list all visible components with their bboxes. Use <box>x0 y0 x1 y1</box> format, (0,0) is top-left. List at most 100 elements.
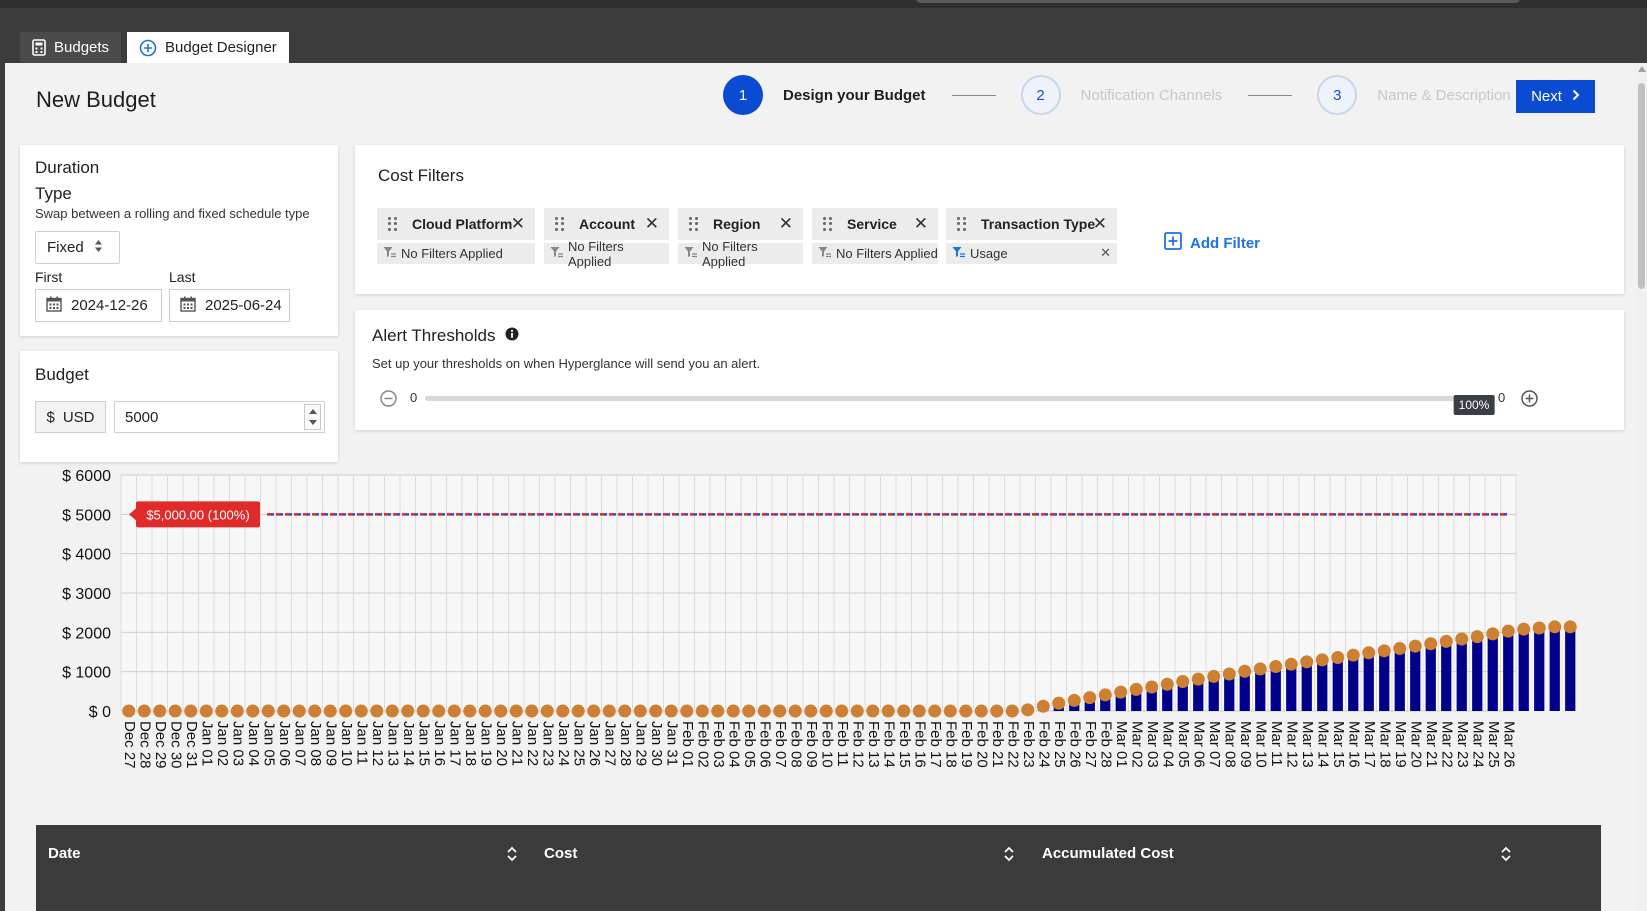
remove-filter-icon[interactable]: ✕ <box>645 215 659 232</box>
accumulated-cost-point[interactable] <box>664 704 678 718</box>
accumulated-cost-point[interactable] <box>1563 620 1577 634</box>
accumulated-cost-point[interactable] <box>215 704 229 718</box>
next-button[interactable]: Next <box>1516 80 1595 113</box>
bar[interactable] <box>1503 631 1514 711</box>
accumulated-cost-point[interactable] <box>509 704 523 718</box>
accumulated-cost-point[interactable] <box>633 704 647 718</box>
tab-budget-designer[interactable]: Budget Designer <box>127 32 289 63</box>
column-header-date[interactable]: Date <box>48 845 81 862</box>
accumulated-cost-point[interactable] <box>323 704 337 718</box>
bar[interactable] <box>1549 626 1560 711</box>
accumulated-cost-point[interactable] <box>866 704 880 718</box>
info-icon[interactable] <box>505 326 519 346</box>
accumulated-cost-point[interactable] <box>912 704 926 718</box>
accumulated-cost-point[interactable] <box>385 704 399 718</box>
accumulated-cost-point[interactable] <box>1191 672 1205 686</box>
bar[interactable] <box>1394 648 1405 711</box>
accumulated-cost-point[interactable] <box>1300 655 1314 669</box>
bar[interactable] <box>1270 666 1281 711</box>
schedule-type-select[interactable]: Fixed <box>35 231 120 264</box>
accumulated-cost-point[interactable] <box>370 704 384 718</box>
accumulated-cost-point[interactable] <box>1052 696 1066 710</box>
sort-icon[interactable] <box>1500 845 1512 867</box>
accumulated-cost-point[interactable] <box>230 704 244 718</box>
accumulated-cost-point[interactable] <box>1098 688 1112 702</box>
accumulated-cost-point[interactable] <box>897 704 911 718</box>
bar[interactable] <box>1301 661 1312 711</box>
bar[interactable] <box>1317 659 1328 711</box>
bar[interactable] <box>1348 655 1359 711</box>
accumulated-cost-point[interactable] <box>1548 620 1562 634</box>
accumulated-cost-point[interactable] <box>1036 699 1050 713</box>
accumulated-cost-point[interactable] <box>401 704 415 718</box>
accumulated-cost-point[interactable] <box>416 704 430 718</box>
accumulated-cost-point[interactable] <box>525 704 539 718</box>
accumulated-cost-point[interactable] <box>990 704 1004 718</box>
accumulated-cost-point[interactable] <box>1470 630 1484 644</box>
bar[interactable] <box>1565 626 1576 711</box>
drag-handle-icon[interactable] <box>555 217 565 231</box>
step-2-indicator[interactable]: 2 <box>1020 75 1061 115</box>
accumulated-cost-point[interactable] <box>153 704 167 718</box>
accumulated-cost-point[interactable] <box>804 704 818 718</box>
accumulated-cost-point[interactable] <box>246 704 260 718</box>
accumulated-cost-point[interactable] <box>850 704 864 718</box>
remove-filter-icon[interactable]: ✕ <box>1093 215 1107 232</box>
accumulated-cost-point[interactable] <box>881 704 895 718</box>
accumulated-cost-point[interactable] <box>602 704 616 718</box>
remove-filter-icon[interactable]: ✕ <box>511 215 525 232</box>
accumulated-cost-point[interactable] <box>1176 675 1190 688</box>
remove-filter-icon[interactable]: ✕ <box>779 215 793 232</box>
bar[interactable] <box>1363 652 1374 711</box>
accumulated-cost-point[interactable] <box>1331 651 1345 665</box>
accumulated-cost-point[interactable] <box>292 704 306 718</box>
accumulated-cost-point[interactable] <box>1067 693 1081 707</box>
accumulated-cost-point[interactable] <box>184 704 198 718</box>
filter-value-box[interactable]: No Filters Applied <box>678 239 803 269</box>
filter-value-box[interactable]: No Filters Applied <box>377 243 535 264</box>
accumulated-cost-point[interactable] <box>757 704 771 718</box>
accumulated-cost-point[interactable] <box>1517 622 1531 636</box>
accumulated-cost-point[interactable] <box>1005 704 1019 718</box>
accumulated-cost-point[interactable] <box>168 704 182 718</box>
bar[interactable] <box>1332 657 1343 711</box>
accumulated-cost-point[interactable] <box>742 704 756 718</box>
accumulated-cost-point[interactable] <box>773 704 787 718</box>
step-1-indicator[interactable]: 1 <box>723 75 763 115</box>
accumulated-cost-point[interactable] <box>463 704 477 718</box>
column-header-cost[interactable]: Cost <box>544 845 577 862</box>
accumulated-cost-point[interactable] <box>1439 634 1453 648</box>
accumulated-cost-point[interactable] <box>1021 703 1035 717</box>
first-date-input[interactable]: 2024-12-26 <box>35 289 162 322</box>
accumulated-cost-point[interactable] <box>1207 669 1221 683</box>
tab-budgets[interactable]: Budgets <box>20 32 122 63</box>
accumulated-cost-point[interactable] <box>1238 664 1252 678</box>
accumulated-cost-point[interactable] <box>1362 646 1376 660</box>
accumulated-cost-point[interactable] <box>478 704 492 718</box>
currency-select[interactable]: $ USD <box>35 401 106 433</box>
accumulated-cost-point[interactable] <box>1455 632 1469 646</box>
accumulated-cost-point[interactable] <box>122 704 136 718</box>
filter-cloud-platform[interactable]: Cloud Platform ✕ No Filters Applied <box>377 208 535 264</box>
accumulated-cost-point[interactable] <box>587 704 601 718</box>
accumulated-cost-point[interactable] <box>199 704 213 718</box>
accumulated-cost-point[interactable] <box>680 704 694 718</box>
filter-value-box[interactable]: No Filters Applied <box>544 239 669 269</box>
accumulated-cost-point[interactable] <box>540 704 554 718</box>
accumulated-cost-point[interactable] <box>726 704 740 718</box>
accumulated-cost-point[interactable] <box>1408 639 1422 653</box>
drag-handle-icon[interactable] <box>957 217 967 231</box>
sort-icon[interactable] <box>506 845 518 867</box>
bar[interactable] <box>1487 633 1498 711</box>
accumulated-cost-point[interactable] <box>339 704 353 718</box>
accumulated-cost-point[interactable] <box>928 704 942 718</box>
filter-value-box[interactable]: No Filters Applied <box>812 243 938 264</box>
last-date-input[interactable]: 2025-06-24 <box>169 289 290 322</box>
accumulated-cost-point[interactable] <box>788 704 802 718</box>
accumulated-cost-point[interactable] <box>556 704 570 718</box>
accumulated-cost-point[interactable] <box>618 704 632 718</box>
accumulated-cost-point[interactable] <box>354 704 368 718</box>
accumulated-cost-point[interactable] <box>1377 644 1391 658</box>
accumulated-cost-point[interactable] <box>1129 682 1143 696</box>
bar[interactable] <box>1472 636 1483 711</box>
